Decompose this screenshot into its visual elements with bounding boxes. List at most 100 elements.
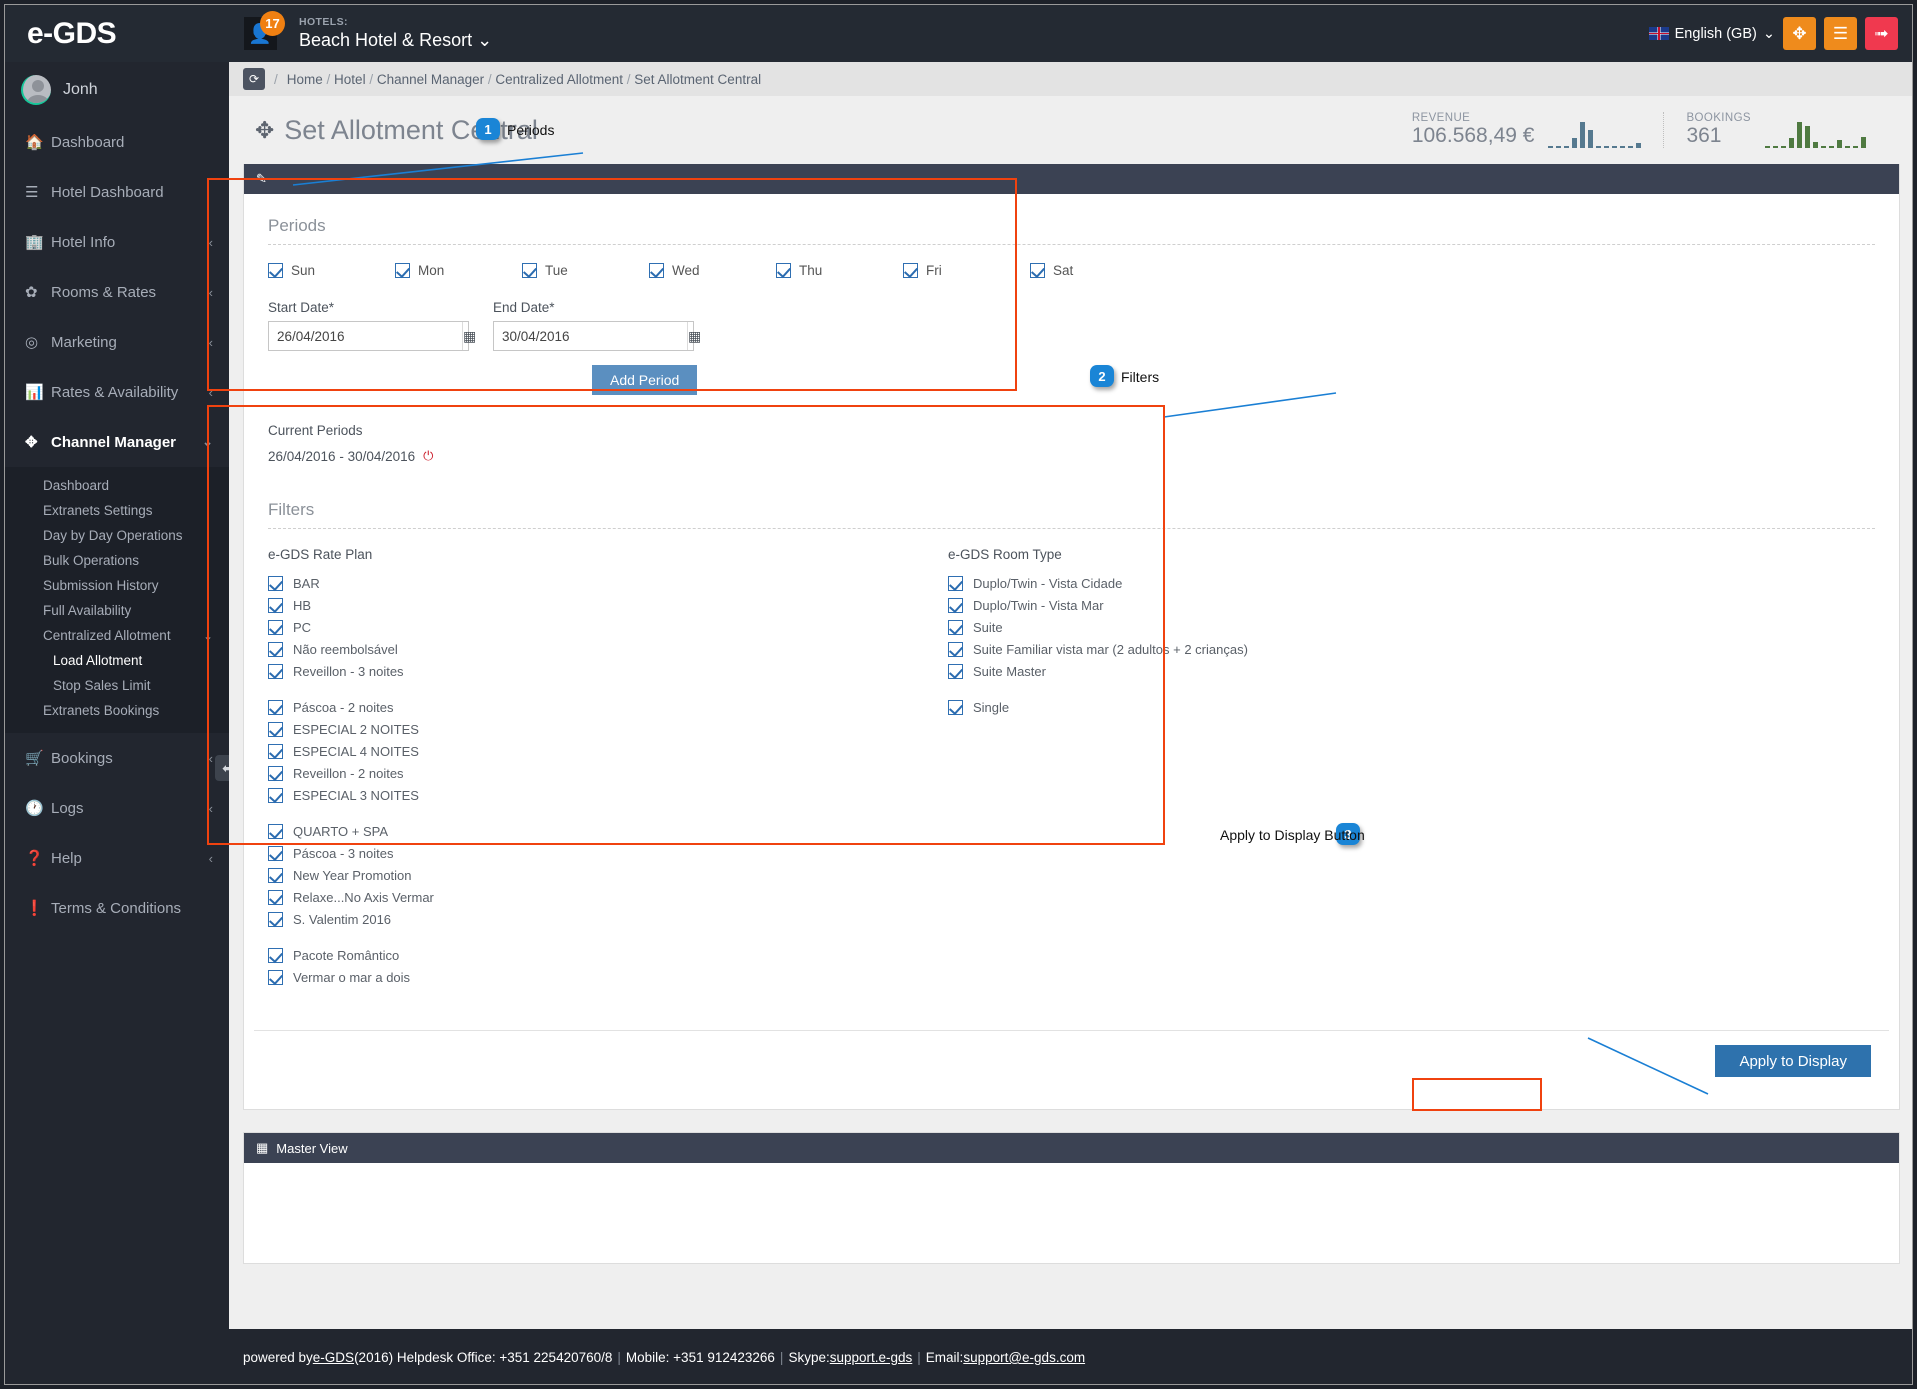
rate-plan-item[interactable]: Pacote Romântico — [268, 946, 908, 964]
checkbox-pc[interactable] — [268, 619, 283, 635]
room-type-item[interactable]: Duplo/Twin - Vista Mar — [948, 596, 1588, 614]
submenu-item-centralized-allotment[interactable]: Centralized Allotment ⌄ — [5, 623, 229, 648]
apply-to-display-button[interactable]: Apply to Display — [1715, 1045, 1871, 1077]
sidebar-item-logs[interactable]: 🕐 Logs ‹ — [5, 783, 229, 833]
hotel-selector[interactable]: HOTELS: Beach Hotel & Resort ⌄ — [291, 16, 492, 51]
breadcrumb-item[interactable]: Channel Manager — [377, 72, 484, 87]
rate-plan-item[interactable]: ESPECIAL 4 NOITES — [268, 742, 908, 760]
rate-plan-item[interactable]: ESPECIAL 3 NOITES — [268, 786, 908, 804]
rate-plan-item[interactable]: Reveillon - 3 noites — [268, 662, 908, 680]
checkbox-duplo-twin-vista-cidade[interactable] — [948, 575, 963, 591]
checkbox-thu[interactable] — [776, 263, 791, 278]
checkbox-mon[interactable] — [395, 263, 410, 278]
checkbox-hb[interactable] — [268, 597, 283, 613]
submenu-item-extranets-bookings[interactable]: Extranets Bookings — [5, 698, 229, 723]
sidebar-item-rates-availability[interactable]: 📊 Rates & Availability ‹ — [5, 367, 229, 417]
checkbox-reveillon-2-noites[interactable] — [268, 765, 283, 781]
hotel-name[interactable]: Beach Hotel & Resort ⌄ — [299, 30, 492, 51]
weekday-fri[interactable]: Fri — [903, 263, 1030, 278]
checkbox-reveillon-3-noites[interactable] — [268, 663, 283, 679]
footer-email-link[interactable]: support@e-gds.com — [963, 1350, 1085, 1365]
notification-count-badge[interactable]: 17 — [260, 11, 285, 36]
start-date-input-wrap[interactable]: ▦ — [268, 321, 476, 351]
rate-plan-item[interactable]: S. Valentim 2016 — [268, 910, 908, 928]
end-date-input-wrap[interactable]: ▦ — [493, 321, 701, 351]
language-selector[interactable]: English (GB) ⌄ — [1648, 26, 1775, 42]
sidebar-item-bookings[interactable]: 🛒 Bookings ‹ — [5, 733, 229, 783]
checkbox-quarto-spa[interactable] — [268, 823, 283, 839]
checkbox-tue[interactable] — [522, 263, 537, 278]
rate-plan-item[interactable]: Reveillon - 2 noites — [268, 764, 908, 782]
checkbox-p-scoa-2-noites[interactable] — [268, 699, 283, 715]
rate-plan-item[interactable]: PC — [268, 618, 908, 636]
checkbox-relaxe-no-axis-vermar[interactable] — [268, 889, 283, 905]
footer-skype-link[interactable]: support.e-gds — [830, 1350, 913, 1365]
checkbox-suite[interactable] — [948, 619, 963, 635]
user-notifications[interactable]: 👤 17 — [229, 5, 291, 62]
add-period-button[interactable]: Add Period — [592, 365, 698, 395]
checkbox-bar[interactable] — [268, 575, 283, 591]
logout-button[interactable]: ➟ — [1865, 17, 1898, 50]
checkbox-pacote-rom-ntico[interactable] — [268, 947, 283, 963]
rate-plan-item[interactable]: HB — [268, 596, 908, 614]
submenu-item-stop-sales-limit[interactable]: Stop Sales Limit — [5, 673, 229, 698]
end-date-input[interactable] — [494, 328, 687, 344]
submenu-item-full-availability[interactable]: Full Availability — [5, 598, 229, 623]
sidebar-item-hotel-dashboard[interactable]: ☰ Hotel Dashboard — [5, 167, 229, 217]
sidebar-item-channel-manager[interactable]: ✥ Channel Manager ⌄ — [5, 417, 229, 467]
checkbox-vermar-o-mar-a-dois[interactable] — [268, 969, 283, 985]
checkbox-wed[interactable] — [649, 263, 664, 278]
room-type-item[interactable]: Duplo/Twin - Vista Cidade — [948, 574, 1588, 592]
user-profile[interactable]: Jonh — [5, 62, 229, 117]
fullscreen-button[interactable]: ✥ — [1783, 17, 1816, 50]
weekday-sun[interactable]: Sun — [268, 263, 395, 278]
remove-period-power-icon[interactable]: ⏻ — [423, 448, 433, 464]
checkbox-single[interactable] — [948, 699, 963, 715]
sidebar-item-terms-conditions[interactable]: ❗ Terms & Conditions — [5, 883, 229, 933]
brand-logo[interactable]: e-GDS — [5, 5, 229, 62]
sidebar-item-hotel-info[interactable]: 🏢 Hotel Info ‹ — [5, 217, 229, 267]
breadcrumb-item[interactable]: Hotel — [334, 72, 366, 87]
weekday-tue[interactable]: Tue — [522, 263, 649, 278]
rate-plan-item[interactable]: QUARTO + SPA — [268, 822, 908, 840]
rate-plan-item[interactable]: New Year Promotion — [268, 866, 908, 884]
rate-plan-item[interactable]: Relaxe...No Axis Vermar — [268, 888, 908, 906]
rate-plan-item[interactable]: BAR — [268, 574, 908, 592]
checkbox-duplo-twin-vista-mar[interactable] — [948, 597, 963, 613]
rate-plan-item[interactable]: Não reembolsável — [268, 640, 908, 658]
room-type-item[interactable]: Suite Master — [948, 662, 1588, 680]
submenu-item-day-by-day-operations[interactable]: Day by Day Operations — [5, 523, 229, 548]
room-type-item[interactable]: Suite Familiar vista mar (2 adultos + 2 … — [948, 640, 1588, 658]
room-type-item[interactable]: Suite — [948, 618, 1588, 636]
checkbox-especial-2-noites[interactable] — [268, 721, 283, 737]
sidebar-item-rooms-rates[interactable]: ✿ Rooms & Rates ‹ — [5, 267, 229, 317]
rate-plan-item[interactable]: Páscoa - 2 noites — [268, 698, 908, 716]
submenu-item-bulk-operations[interactable]: Bulk Operations — [5, 548, 229, 573]
weekday-sat[interactable]: Sat — [1030, 263, 1157, 278]
sidebar-item-help[interactable]: ❓ Help ‹ — [5, 833, 229, 883]
breadcrumb-item[interactable]: Home — [287, 72, 323, 87]
rate-plan-item[interactable]: ESPECIAL 2 NOITES — [268, 720, 908, 738]
sidebar-item-dashboard[interactable]: 🏠 Dashboard — [5, 117, 229, 167]
checkbox-suite-familiar-vista-mar-2-adultos-2-crian-as[interactable] — [948, 641, 963, 657]
checkbox-n-o-reembols-vel[interactable] — [268, 641, 283, 657]
checkbox-p-scoa-3-noites[interactable] — [268, 845, 283, 861]
checkbox-especial-4-noites[interactable] — [268, 743, 283, 759]
calendar-icon[interactable]: ▦ — [462, 322, 476, 350]
sidebar-item-marketing[interactable]: ◎ Marketing ‹ — [5, 317, 229, 367]
weekday-thu[interactable]: Thu — [776, 263, 903, 278]
breadcrumb-item[interactable]: Centralized Allotment — [495, 72, 623, 87]
rate-plan-item[interactable]: Vermar o mar a dois — [268, 968, 908, 986]
menu-button[interactable]: ☰ — [1824, 17, 1857, 50]
checkbox-fri[interactable] — [903, 263, 918, 278]
rate-plan-item[interactable]: Páscoa - 3 noites — [268, 844, 908, 862]
checkbox-s-valentim-2016[interactable] — [268, 911, 283, 927]
start-date-input[interactable] — [269, 328, 462, 344]
weekday-wed[interactable]: Wed — [649, 263, 776, 278]
checkbox-sun[interactable] — [268, 263, 283, 278]
submenu-item-submission-history[interactable]: Submission History — [5, 573, 229, 598]
calendar-icon[interactable]: ▦ — [687, 322, 701, 350]
weekday-mon[interactable]: Mon — [395, 263, 522, 278]
checkbox-new-year-promotion[interactable] — [268, 867, 283, 883]
submenu-item-extranets-settings[interactable]: Extranets Settings — [5, 498, 229, 523]
